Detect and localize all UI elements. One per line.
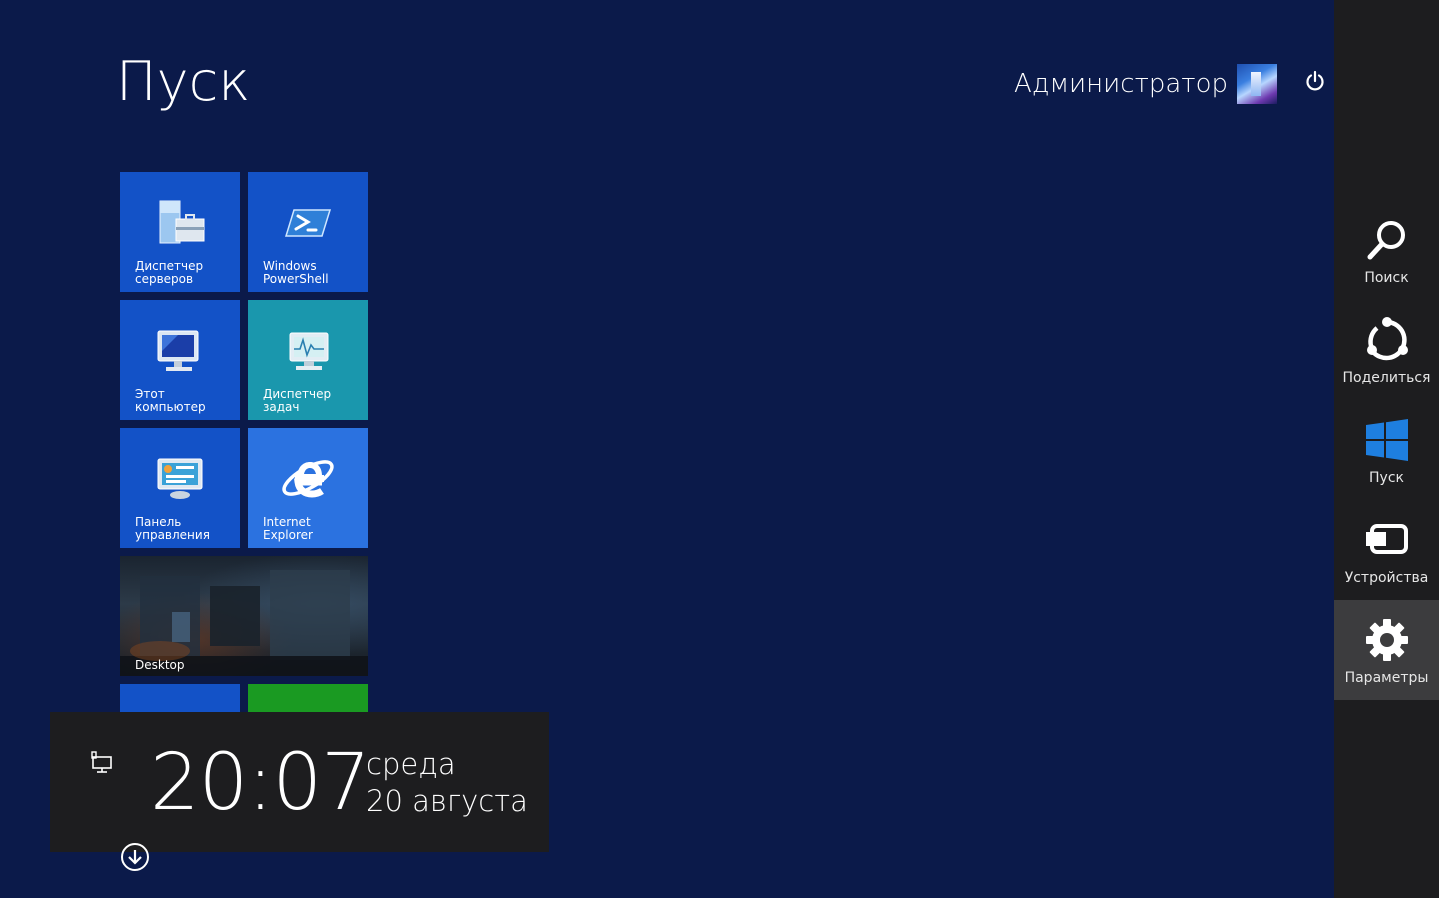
- charm-label: Устройства: [1344, 570, 1429, 586]
- tile-label: Desktop: [135, 658, 185, 672]
- tile-powershell[interactable]: Windows PowerShell: [248, 172, 368, 292]
- user-avatar[interactable]: [1237, 64, 1277, 104]
- charm-label: Поделиться: [1342, 370, 1431, 386]
- charm-settings[interactable]: Параметры: [1334, 600, 1439, 700]
- network-icon: [90, 750, 114, 778]
- charm-start[interactable]: Пуск: [1334, 400, 1439, 500]
- page-title: Пуск: [116, 50, 251, 113]
- tile-task-manager[interactable]: Диспетчер задач: [248, 300, 368, 420]
- clock-time: 20:07: [150, 738, 371, 828]
- tile-internet-explorer[interactable]: Internet Explorer: [248, 428, 368, 548]
- power-icon[interactable]: [1302, 68, 1328, 94]
- tile-label: Internet Explorer: [263, 515, 313, 542]
- tile-label: Этот компьютер: [135, 387, 206, 414]
- tile-label: Диспетчер задач: [263, 387, 332, 414]
- gear-icon: [1365, 616, 1409, 664]
- windows-logo-icon: [1364, 416, 1410, 464]
- lock-clock-panel: 20:07 среда 20 августа: [50, 712, 549, 852]
- computer-icon: [120, 322, 240, 378]
- task-manager-icon: [248, 322, 368, 378]
- share-icon: [1363, 316, 1411, 364]
- charms-bar: Поиск Поделиться Пуск Устройства Парамет…: [1334, 0, 1439, 898]
- clock-date: 20 августа: [366, 784, 528, 818]
- tile-server-manager[interactable]: Диспетчер серверов: [120, 172, 240, 292]
- devices-icon: [1364, 516, 1410, 564]
- tile-label: Windows PowerShell: [263, 259, 329, 286]
- search-icon: [1365, 216, 1409, 264]
- charm-label: Параметры: [1344, 670, 1429, 686]
- tile-control-panel[interactable]: Панель управления: [120, 428, 240, 548]
- user-account[interactable]: Администратор: [1014, 64, 1277, 104]
- charm-label: Поиск: [1364, 270, 1409, 286]
- tile-this-pc[interactable]: Этот компьютер: [120, 300, 240, 420]
- internet-explorer-icon: [248, 450, 368, 506]
- charm-devices[interactable]: Устройства: [1334, 500, 1439, 600]
- arrow-down-circle-icon[interactable]: [120, 842, 149, 871]
- tile-label: Диспетчер серверов: [135, 259, 204, 286]
- charm-label: Пуск: [1369, 470, 1404, 486]
- charm-share[interactable]: Поделиться: [1334, 300, 1439, 400]
- control-panel-icon: [120, 450, 240, 506]
- charm-search[interactable]: Поиск: [1334, 200, 1439, 300]
- tile-desktop[interactable]: Desktop: [120, 556, 368, 676]
- clock-day: среда: [366, 747, 456, 781]
- server-manager-icon: [120, 194, 240, 250]
- powershell-icon: [248, 194, 368, 250]
- tile-label: Панель управления: [135, 515, 210, 542]
- user-name[interactable]: Администратор: [1014, 69, 1228, 99]
